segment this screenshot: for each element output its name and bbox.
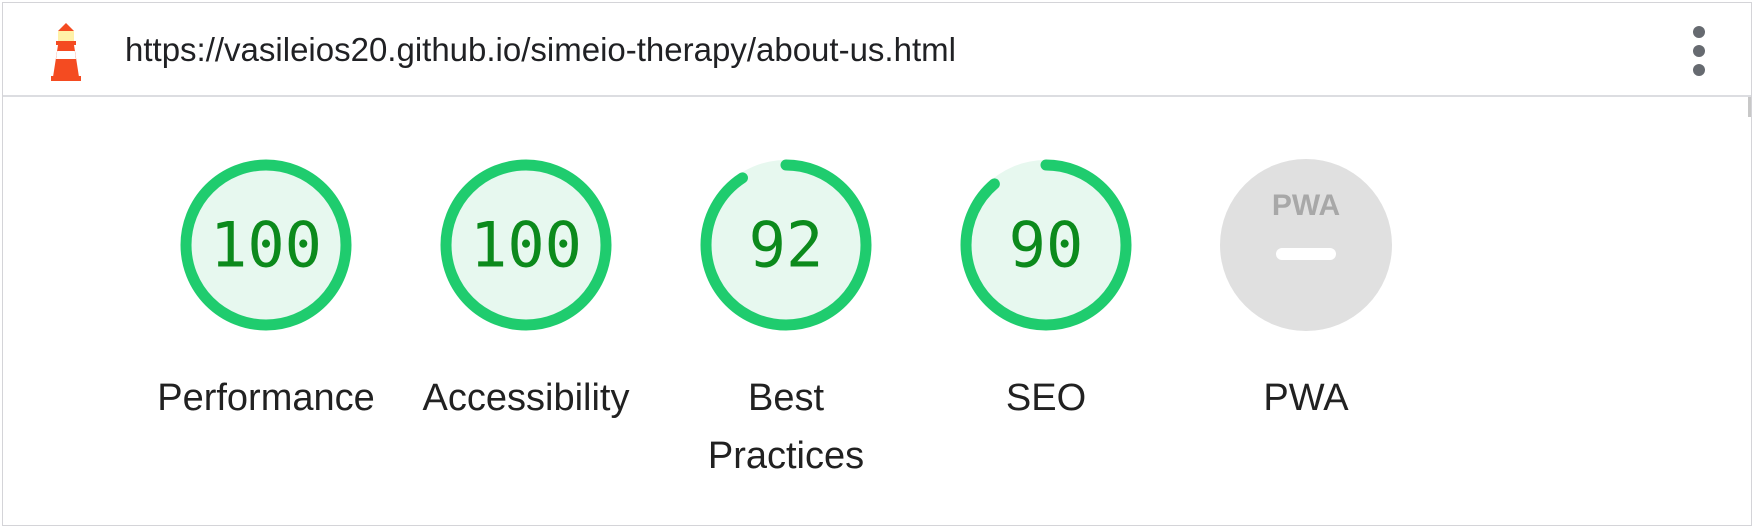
gauge-pwa[interactable]: PWA PWA: [1176, 157, 1436, 427]
gauge-label: PWA: [1176, 369, 1436, 427]
gauge-label-line: Accessibility: [422, 377, 630, 419]
page-url[interactable]: https://vasileios20.github.io/simeio-the…: [125, 31, 956, 69]
gauge-ring: PWA: [1220, 159, 1392, 331]
gauge-label-line: Performance: [157, 377, 375, 419]
gauge-ring: 90: [960, 159, 1132, 331]
gauge-ring: 100: [180, 159, 352, 331]
gauge-label-line: Practices: [707, 435, 865, 477]
score-value: 100: [470, 209, 582, 282]
pwa-dash-icon: [1276, 248, 1336, 260]
gauge-performance[interactable]: 100 Performance: [136, 157, 396, 427]
gauge-ring: 92: [700, 159, 872, 331]
gauge-label: Best Practices: [656, 369, 916, 485]
gauge-label: Performance: [136, 369, 396, 427]
gauge-label-line: SEO: [1005, 377, 1087, 419]
gauge-label-line: Best: [747, 377, 825, 419]
score-value: 92: [749, 209, 824, 282]
gauge-label-line: PWA: [1263, 377, 1349, 419]
score-gauges: 100 Performance 100 Accessibility 92 Best Prac…: [3, 97, 1751, 527]
score-value: 90: [1009, 209, 1084, 282]
gauge-seo[interactable]: 90 SEO: [916, 157, 1176, 427]
gauge-accessibility[interactable]: 100 Accessibility: [396, 157, 656, 427]
gauge-best-practices[interactable]: 92 Best Practices: [656, 157, 916, 485]
score-value: 100: [210, 209, 322, 282]
more-vert-icon[interactable]: [1679, 24, 1719, 78]
report-header: https://vasileios20.github.io/simeio-the…: [3, 3, 1751, 97]
gauge-ring: 100: [440, 159, 612, 331]
gauge-label: SEO: [916, 369, 1176, 427]
gauge-label: Accessibility: [396, 369, 656, 427]
pwa-badge-icon: PWA: [1272, 189, 1340, 222]
lighthouse-report-card: https://vasileios20.github.io/simeio-the…: [2, 2, 1752, 526]
pwa-badge-background: [1220, 159, 1392, 331]
scrollbar-edge: [1748, 97, 1751, 117]
lighthouse-icon: [51, 23, 81, 81]
